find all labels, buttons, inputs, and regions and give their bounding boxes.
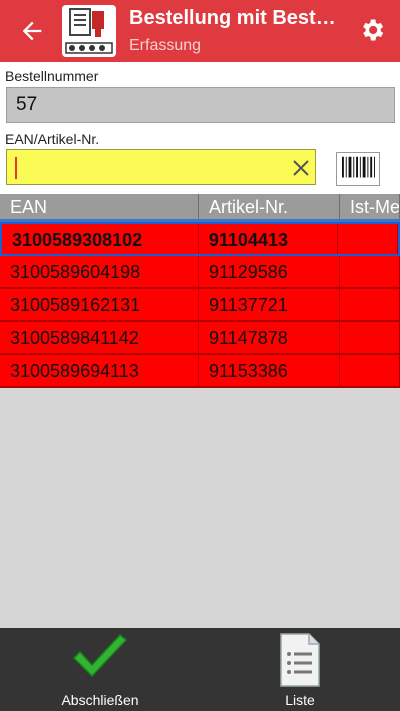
column-header-quantity[interactable]: Ist-Menge (340, 194, 400, 219)
close-icon[interactable] (291, 158, 311, 178)
list-label: Liste (285, 692, 315, 708)
cell-quantity (340, 256, 400, 287)
app-logo-icon (62, 5, 116, 57)
bottom-action-bar: Abschließen Liste (0, 628, 400, 711)
column-header-article[interactable]: Artikel-Nr. (199, 194, 340, 219)
cell-ean: 3100589162131 (0, 289, 199, 320)
cell-article: 91153386 (199, 355, 340, 386)
table-row[interactable]: 3100589308102 91104413 (0, 222, 400, 256)
cell-ean: 3100589308102 (2, 224, 199, 254)
page-subtitle: Erfassung (129, 37, 202, 54)
article-table: EAN Artikel-Nr. Ist-Menge 3100589308102 … (0, 194, 400, 388)
table-row[interactable]: 3100589694113 91153386 (0, 355, 400, 388)
order-form: Bestellnummer 57 EAN/Artikel-Nr. (0, 62, 400, 194)
list-document-icon (280, 633, 320, 687)
cell-article: 91147878 (199, 322, 340, 353)
cell-article: 91137721 (199, 289, 340, 320)
arrow-left-icon[interactable] (18, 17, 46, 45)
cell-article: 91104413 (199, 224, 339, 254)
ean-label: EAN/Artikel-Nr. (5, 131, 100, 147)
table-row[interactable]: 3100589604198 91129586 (0, 256, 400, 289)
gear-icon[interactable] (358, 16, 386, 44)
cell-quantity (340, 322, 400, 353)
cell-ean: 3100589604198 (0, 256, 199, 287)
cell-quantity (340, 289, 400, 320)
app-bar: Bestellung mit Bestandsprüfung Erfassung (0, 0, 400, 62)
finish-button[interactable]: Abschließen (40, 628, 160, 711)
barcode-icon[interactable] (336, 152, 380, 186)
column-header-ean[interactable]: EAN (0, 194, 199, 219)
cell-ean: 3100589694113 (0, 355, 199, 386)
table-header: EAN Artikel-Nr. Ist-Menge (0, 194, 400, 222)
list-button[interactable]: Liste (240, 628, 360, 711)
checkmark-icon (72, 633, 128, 678)
cell-ean: 3100589841142 (0, 322, 199, 353)
order-number-label: Bestellnummer (5, 68, 99, 84)
cell-article: 91129586 (199, 256, 340, 287)
page-title: Bestellung mit Bestandsprüfung (129, 7, 344, 29)
cell-quantity (338, 224, 398, 254)
finish-label: Abschließen (61, 692, 139, 708)
cell-quantity (340, 355, 400, 386)
table-row[interactable]: 3100589841142 91147878 (0, 322, 400, 355)
table-row[interactable]: 3100589162131 91137721 (0, 289, 400, 322)
order-number-field[interactable]: 57 (6, 87, 395, 123)
ean-input[interactable] (6, 149, 316, 185)
text-cursor (15, 157, 17, 179)
